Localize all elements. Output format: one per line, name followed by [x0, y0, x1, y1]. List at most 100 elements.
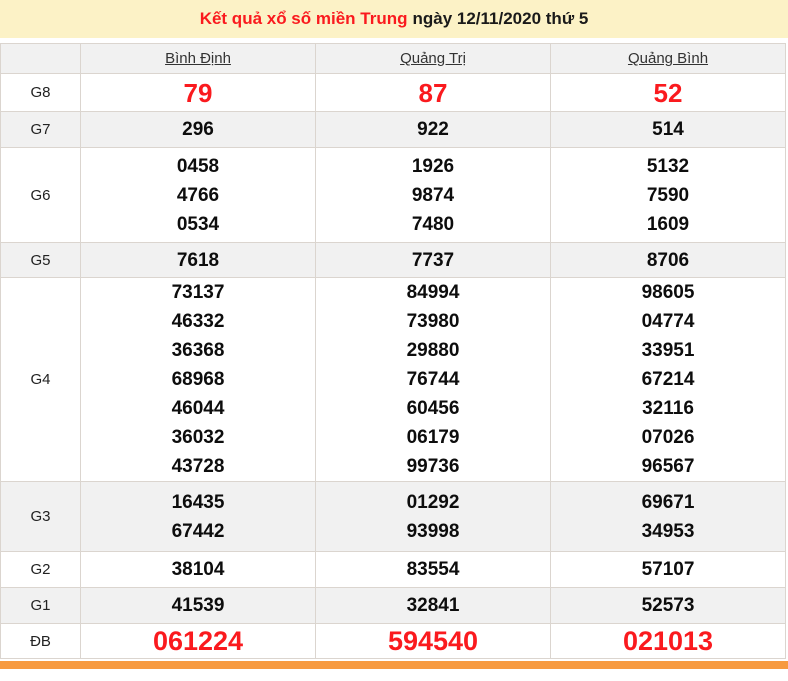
- province-link-binh-dinh[interactable]: Bình Định: [165, 50, 231, 67]
- prize-number: 514: [652, 119, 684, 140]
- prize-numbers-cell: 41539: [80, 587, 316, 624]
- prize-numbers-cell: 922: [315, 111, 551, 148]
- prize-number: 7618: [176, 249, 220, 271]
- prize-number: 87: [418, 77, 448, 108]
- prize-number: 7737: [411, 249, 455, 271]
- prize-label: G4: [0, 277, 81, 482]
- prize-number: 83554: [406, 559, 460, 580]
- page-title-bar: Kết quả xổ số miền Trung ngày 12/11/2020 …: [0, 0, 788, 38]
- prize-number: 67442: [171, 520, 225, 542]
- table-row: G7 296 922 514: [0, 111, 786, 148]
- province-link-quang-tri[interactable]: Quảng Trị: [400, 50, 466, 67]
- prize-label: G1: [0, 587, 81, 624]
- prize-numbers-cell: 514: [550, 111, 786, 148]
- prize-number: 594540: [387, 625, 479, 656]
- prize-numbers-cell: 32841: [315, 587, 551, 624]
- prize-number: 1926: [411, 155, 455, 177]
- prize-number: 04774: [641, 311, 695, 332]
- prize-numbers-cell: 021013: [550, 623, 786, 659]
- table-row: G1 41539 32841 52573: [0, 587, 786, 624]
- prize-number: 07026: [641, 427, 695, 448]
- prize-number: 36368: [171, 340, 225, 361]
- prize-number: 68968: [171, 369, 225, 390]
- prize-number: 021013: [622, 625, 714, 656]
- page-title-highlight: Kết quả xổ số miền Trung: [199, 9, 408, 28]
- table-row: G6 0458 4766 0534 1926 9874 7480 5132 7590 1609: [0, 147, 786, 243]
- prize-number: 52573: [641, 595, 695, 616]
- page-title-date: ngày 12/11/2020 thứ 5: [412, 9, 589, 28]
- prize-numbers-cell: 87: [315, 73, 551, 112]
- prize-numbers-cell: 83554: [315, 551, 551, 588]
- prize-numbers-cell: 38104: [80, 551, 316, 588]
- prize-number: 46332: [171, 311, 225, 332]
- prize-column-header-empty: [0, 43, 81, 74]
- prize-label: G7: [0, 111, 81, 148]
- column-header-quang-binh: Quảng Bình: [550, 43, 786, 74]
- prize-numbers-cell: 061224: [80, 623, 316, 659]
- prize-numbers-cell: 594540: [315, 623, 551, 659]
- lottery-results-table: Bình Định Quảng Trị Quảng Bình G8 79 87 52 G…: [0, 43, 786, 659]
- prize-number: 73137: [171, 282, 225, 303]
- bottom-accent-bar: [0, 661, 788, 669]
- prize-numbers-cell: 5132 7590 1609: [550, 147, 786, 243]
- prize-numbers-cell: 0458 4766 0534: [80, 147, 316, 243]
- table-row: ĐB 061224 594540 021013: [0, 623, 786, 659]
- prize-numbers-cell: 8706: [550, 242, 786, 278]
- prize-number: 38104: [171, 559, 225, 580]
- prize-number: 60456: [406, 398, 460, 419]
- prize-number: 0534: [176, 213, 220, 235]
- prize-number: 33951: [641, 340, 695, 361]
- prize-number: 76744: [406, 369, 460, 390]
- prize-number: 296: [182, 119, 214, 140]
- prize-number: 34953: [641, 520, 695, 542]
- prize-label: G5: [0, 242, 81, 278]
- prize-numbers-cell: 69671 34953: [550, 481, 786, 552]
- prize-label: G2: [0, 551, 81, 588]
- prize-number: 01292: [406, 491, 460, 513]
- prize-label: G6: [0, 147, 81, 243]
- prize-number: 46044: [171, 398, 225, 419]
- prize-number: 69671: [641, 491, 695, 513]
- prize-number: 96567: [641, 456, 695, 477]
- column-header-binh-dinh: Bình Định: [80, 43, 316, 74]
- prize-label: ĐB: [0, 623, 81, 659]
- table-header-row: Bình Định Quảng Trị Quảng Bình: [0, 43, 786, 74]
- prize-number: 41539: [171, 595, 225, 616]
- prize-number: 43728: [171, 456, 225, 477]
- prize-numbers-cell: 84994 73980 29880 76744 60456 06179 99736: [315, 277, 551, 482]
- prize-numbers-cell: 16435 67442: [80, 481, 316, 552]
- prize-number: 7590: [646, 184, 690, 206]
- prize-number: 922: [417, 119, 449, 140]
- prize-number: 52: [653, 77, 683, 108]
- prize-number: 29880: [406, 340, 460, 361]
- prize-number: 84994: [406, 282, 460, 303]
- prize-numbers-cell: 79: [80, 73, 316, 112]
- province-link-quang-binh[interactable]: Quảng Bình: [628, 50, 708, 67]
- prize-number: 79: [183, 77, 213, 108]
- prize-numbers-cell: 01292 93998: [315, 481, 551, 552]
- table-row: G3 16435 67442 01292 93998 69671 34953: [0, 481, 786, 552]
- table-row: G2 38104 83554 57107: [0, 551, 786, 588]
- prize-number: 9874: [411, 184, 455, 206]
- prize-numbers-cell: 73137 46332 36368 68968 46044 36032 43728: [80, 277, 316, 482]
- table-row: G8 79 87 52: [0, 73, 786, 112]
- prize-number: 1609: [646, 213, 690, 235]
- prize-numbers-cell: 7737: [315, 242, 551, 278]
- prize-label: G8: [0, 73, 81, 112]
- prize-number: 5132: [646, 155, 690, 177]
- prize-numbers-cell: 52: [550, 73, 786, 112]
- prize-number: 67214: [641, 369, 695, 390]
- prize-number: 0458: [176, 155, 220, 177]
- prize-number: 16435: [171, 491, 225, 513]
- prize-number: 061224: [152, 625, 244, 656]
- prize-number: 57107: [641, 559, 695, 580]
- prize-number: 99736: [406, 456, 460, 477]
- table-row: G5 7618 7737 8706: [0, 242, 786, 278]
- prize-number: 8706: [646, 249, 690, 271]
- prize-number: 7480: [411, 213, 455, 235]
- prize-numbers-cell: 1926 9874 7480: [315, 147, 551, 243]
- prize-number: 32841: [406, 595, 460, 616]
- prize-label: G3: [0, 481, 81, 552]
- prize-numbers-cell: 7618: [80, 242, 316, 278]
- prize-number: 32116: [642, 398, 694, 419]
